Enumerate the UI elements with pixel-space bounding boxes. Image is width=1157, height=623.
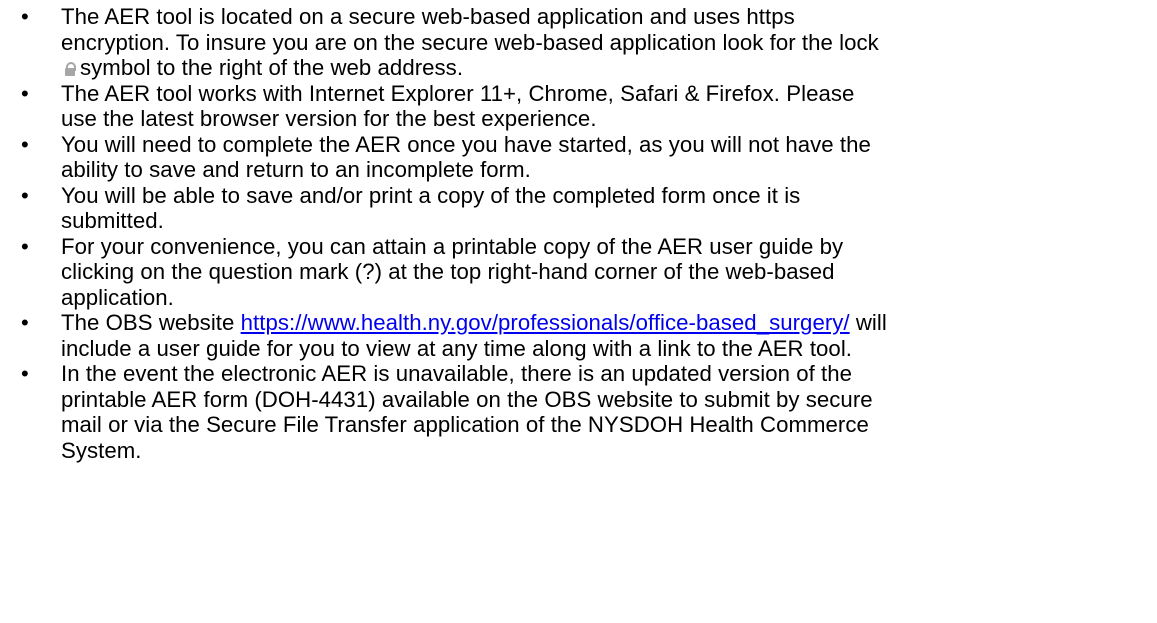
item-text-line: mail or via the Secure File Transfer app…: [61, 412, 869, 437]
item-text-line: printable AER form (DOH-4431) available …: [61, 386, 873, 412]
bullet-dot: •: [21, 131, 29, 157]
item-text-line: encryption. To insure you are on the sec…: [61, 29, 879, 55]
item-text-line: symbol to the right of the web address.: [80, 55, 464, 80]
bullet-list: • The AER tool is located on a secure we…: [0, 4, 1157, 463]
list-item-complete-once-started: • You will need to complete the AER once…: [0, 132, 1157, 183]
item-text-line: You will be able to save and/or print a …: [61, 182, 801, 208]
item-text-line: The AER tool works with Internet Explore…: [61, 80, 855, 106]
item-text-line: For your convenience, you can attain a p…: [61, 233, 844, 259]
item-text-line: You will need to complete the AER once y…: [61, 131, 871, 157]
lock-icon: [65, 62, 76, 76]
item-text-line: include a user guide for you to view at …: [61, 335, 853, 361]
item-text-line: submitted.: [61, 208, 164, 233]
obs-website-link[interactable]: https://www.health.ny.gov/professionals/…: [241, 310, 850, 335]
bullet-dot: •: [21, 310, 29, 335]
list-item-save-print: • You will be able to save and/or print …: [0, 183, 1157, 234]
item-text-line: will: [849, 310, 887, 335]
list-item-browser-support: • The AER tool works with Internet Explo…: [0, 81, 1157, 132]
list-item-obs-website: • The OBS website https://www.health.ny.…: [0, 310, 1157, 361]
item-text-line: use the latest browser version for the b…: [61, 106, 597, 131]
bullet-dot: •: [21, 80, 29, 106]
bullet-dot: •: [21, 182, 29, 208]
item-text-line: ability to save and return to an incompl…: [61, 157, 531, 182]
bullet-dot: •: [21, 233, 29, 259]
item-text-line: System.: [61, 437, 142, 463]
item-text-line: The OBS website: [61, 310, 241, 335]
item-text-line: In the event the electronic AER is unava…: [61, 361, 853, 386]
list-item-secure-application: • The AER tool is located on a secure we…: [0, 4, 1157, 81]
list-item-printable-form: • In the event the electronic AER is una…: [0, 361, 1157, 463]
item-text-line: The AER tool is located on a secure web-…: [61, 4, 795, 29]
bullet-dot: •: [21, 361, 29, 386]
bullet-dot: •: [21, 4, 29, 29]
document-page: • The AER tool is located on a secure we…: [0, 0, 1157, 623]
item-text-line: clicking on the question mark (?) at the…: [61, 259, 835, 284]
item-text-line: application.: [61, 284, 174, 310]
list-item-user-guide: • For your convenience, you can attain a…: [0, 234, 1157, 311]
